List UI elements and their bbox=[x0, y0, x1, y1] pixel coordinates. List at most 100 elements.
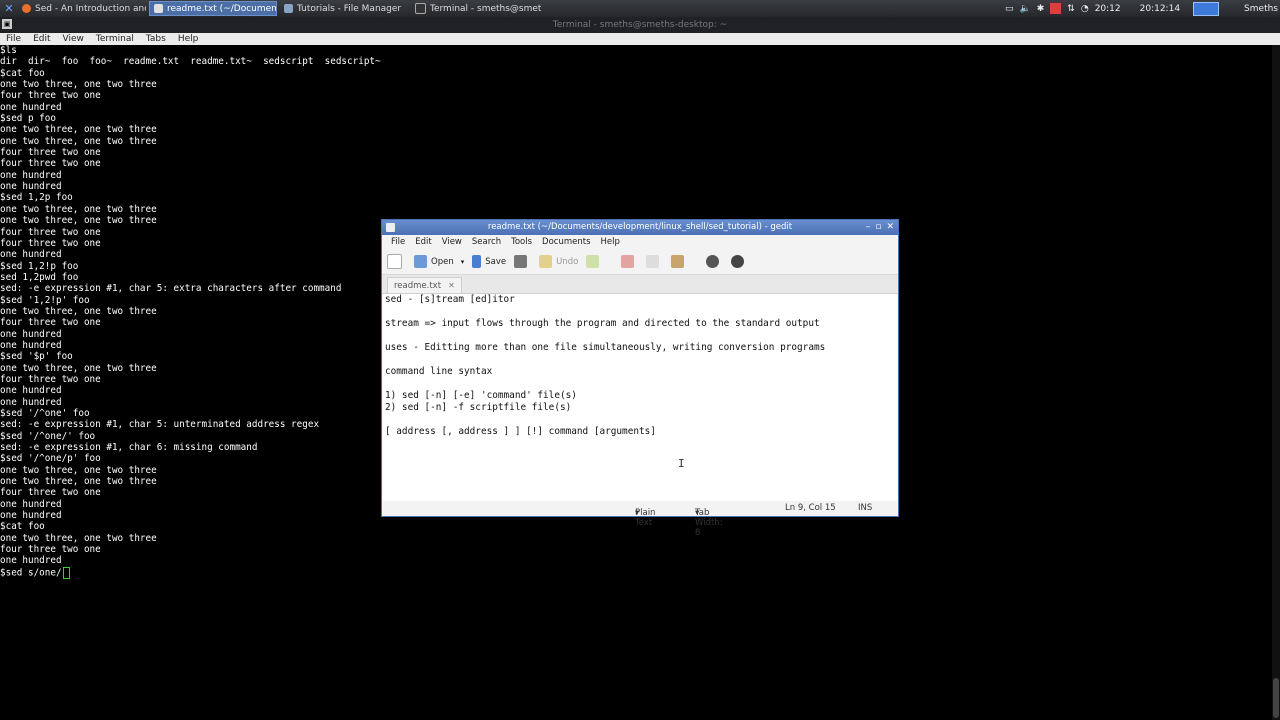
undo-label: Undo bbox=[556, 256, 579, 267]
gedit-menu-tools[interactable]: Tools bbox=[506, 237, 537, 247]
replace-button[interactable] bbox=[731, 255, 748, 268]
terminal-icon bbox=[415, 3, 426, 14]
terminal-menu-file[interactable]: File bbox=[0, 34, 27, 44]
gedit-toolbar: Open ▾ Save Undo bbox=[382, 249, 898, 275]
terminal-line: one hundred bbox=[0, 101, 62, 113]
new-document-icon bbox=[387, 254, 402, 269]
taskbar-item-terminal[interactable]: Terminal - smeths@smeth... bbox=[411, 1, 541, 16]
transfer-icon[interactable]: ⇅ bbox=[1067, 4, 1075, 14]
insert-mode: INS bbox=[858, 503, 873, 513]
gedit-menu-documents[interactable]: Documents bbox=[537, 237, 595, 247]
terminal-line: four three two one bbox=[0, 544, 101, 556]
scroll-thumb[interactable] bbox=[1273, 678, 1279, 718]
terminal-prompt[interactable]: $sed s/one/ bbox=[0, 566, 1270, 579]
bluetooth-icon[interactable]: ✱ bbox=[1037, 4, 1045, 14]
editor-line: command line syntax bbox=[385, 366, 493, 377]
notification-icon[interactable] bbox=[1050, 3, 1062, 14]
maximize-icon[interactable]: ▫ bbox=[875, 220, 881, 235]
open-label: Open bbox=[431, 256, 454, 267]
tab-label: readme.txt bbox=[394, 280, 442, 291]
undo-button[interactable]: Undo bbox=[539, 255, 578, 268]
cursor-position: Ln 9, Col 15 bbox=[785, 503, 836, 513]
system-tray: ▭ 🔈 ✱ ⇅ ◔ 20:12 20:12:14 Smeths bbox=[1002, 0, 1280, 17]
gedit-statusbar: Plain Text ▾ Tab Width: 8 ▾ Ln 9, Col 15… bbox=[382, 500, 898, 538]
gedit-titlebar[interactable]: readme.txt (~/Documents/development/linu… bbox=[382, 220, 898, 235]
terminal-menu-tabs[interactable]: Tabs bbox=[140, 34, 172, 44]
terminal-line: four three two one bbox=[0, 147, 101, 159]
terminal-line: $cat foo bbox=[0, 67, 45, 79]
user-name[interactable]: Smeths bbox=[1244, 4, 1278, 14]
terminal-menu-view[interactable]: View bbox=[57, 34, 90, 44]
terminal-line: dir dir~ foo foo~ readme.txt readme.txt~… bbox=[0, 56, 381, 68]
open-button[interactable]: Open ▾ bbox=[414, 255, 464, 268]
editor-line: sed - [s]tream [ed]itor bbox=[385, 294, 515, 305]
terminal-line: one two three, one two three bbox=[0, 203, 157, 215]
folder-icon bbox=[284, 4, 293, 13]
close-icon[interactable]: ✕ bbox=[448, 281, 455, 290]
clock-short[interactable]: 20:12 bbox=[1095, 4, 1121, 14]
workspace-switcher-icon[interactable] bbox=[1193, 1, 1220, 16]
redo-icon bbox=[586, 255, 600, 268]
undo-icon bbox=[539, 255, 553, 268]
terminal-menu-edit[interactable]: Edit bbox=[27, 34, 56, 44]
terminal-line: $sed 1,2p foo bbox=[0, 192, 73, 204]
terminal-scrollbar[interactable] bbox=[1272, 45, 1280, 720]
redo-button[interactable] bbox=[586, 255, 603, 268]
taskbar-item-gedit[interactable]: readme.txt (~/Documents... bbox=[149, 1, 277, 16]
gedit-menu-edit[interactable]: Edit bbox=[410, 237, 436, 247]
taskbar-item-file-manager[interactable]: Tutorials - File Manager bbox=[280, 1, 408, 16]
terminal-line: one two three, one two three bbox=[0, 135, 157, 147]
terminal-line: one hundred bbox=[0, 181, 62, 193]
save-label: Save bbox=[485, 256, 507, 267]
volume-icon[interactable]: 🔈 bbox=[1020, 4, 1031, 14]
terminal-window-icon[interactable]: ▣ bbox=[2, 19, 12, 29]
network-icon[interactable]: ▭ bbox=[1005, 4, 1014, 14]
gedit-icon bbox=[154, 4, 163, 13]
gedit-menu-search[interactable]: Search bbox=[467, 237, 506, 247]
save-button[interactable]: Save bbox=[472, 255, 506, 268]
paste-icon bbox=[671, 255, 685, 268]
editor-line: stream => input flows through the progra… bbox=[385, 318, 820, 329]
prompt-text: $sed s/one/ bbox=[0, 567, 62, 579]
copy-button[interactable] bbox=[646, 255, 663, 268]
paste-button[interactable] bbox=[671, 255, 688, 268]
chevron-down-icon: ▾ bbox=[635, 508, 640, 518]
gedit-window: readme.txt (~/Documents/development/linu… bbox=[381, 219, 899, 538]
gedit-menu-view[interactable]: View bbox=[437, 237, 467, 247]
new-button[interactable] bbox=[387, 254, 406, 269]
text-cursor-icon: I bbox=[678, 457, 685, 470]
taskbar-item-firefox[interactable]: Sed - An Introduction and ... bbox=[18, 1, 146, 16]
find-replace-icon bbox=[731, 255, 745, 268]
terminal-line: one two three, one two three bbox=[0, 124, 157, 136]
gedit-window-icon bbox=[386, 223, 395, 232]
tab-readme[interactable]: readme.txt ✕ bbox=[387, 277, 462, 293]
close-icon[interactable]: ✕ bbox=[886, 220, 894, 235]
task-label: Sed - An Introduction and ... bbox=[35, 3, 146, 14]
gedit-menu-file[interactable]: File bbox=[386, 237, 410, 247]
app-menu-icon[interactable]: ✕ bbox=[0, 0, 18, 17]
gedit-menu-help[interactable]: Help bbox=[596, 237, 625, 247]
wifi-icon[interactable]: ◔ bbox=[1081, 4, 1089, 14]
cut-button[interactable] bbox=[621, 255, 638, 268]
terminal-cursor bbox=[62, 566, 70, 579]
chevron-down-icon[interactable]: ▾ bbox=[461, 258, 465, 266]
text-editor[interactable]: sed - [s]tream [ed]itor stream => input f… bbox=[383, 294, 897, 501]
print-button[interactable] bbox=[514, 255, 531, 268]
terminal-line: one hundred bbox=[0, 169, 62, 181]
terminal-menu-help[interactable]: Help bbox=[172, 34, 205, 44]
terminal-line: one hundred bbox=[0, 555, 62, 567]
clock-long[interactable]: 20:12:14 bbox=[1140, 4, 1180, 14]
minimize-icon[interactable]: – bbox=[866, 220, 871, 235]
firefox-icon bbox=[22, 4, 31, 13]
terminal-line: $sed p foo bbox=[0, 113, 56, 125]
chevron-down-icon: ▾ bbox=[695, 508, 700, 518]
find-button[interactable] bbox=[706, 255, 723, 268]
editor-line: 1) sed [-n] [-e] 'command' file(s) bbox=[385, 390, 577, 401]
terminal-menu-terminal[interactable]: Terminal bbox=[90, 34, 140, 44]
print-icon bbox=[514, 255, 528, 268]
terminal-line: one two three, one two three bbox=[0, 79, 157, 91]
